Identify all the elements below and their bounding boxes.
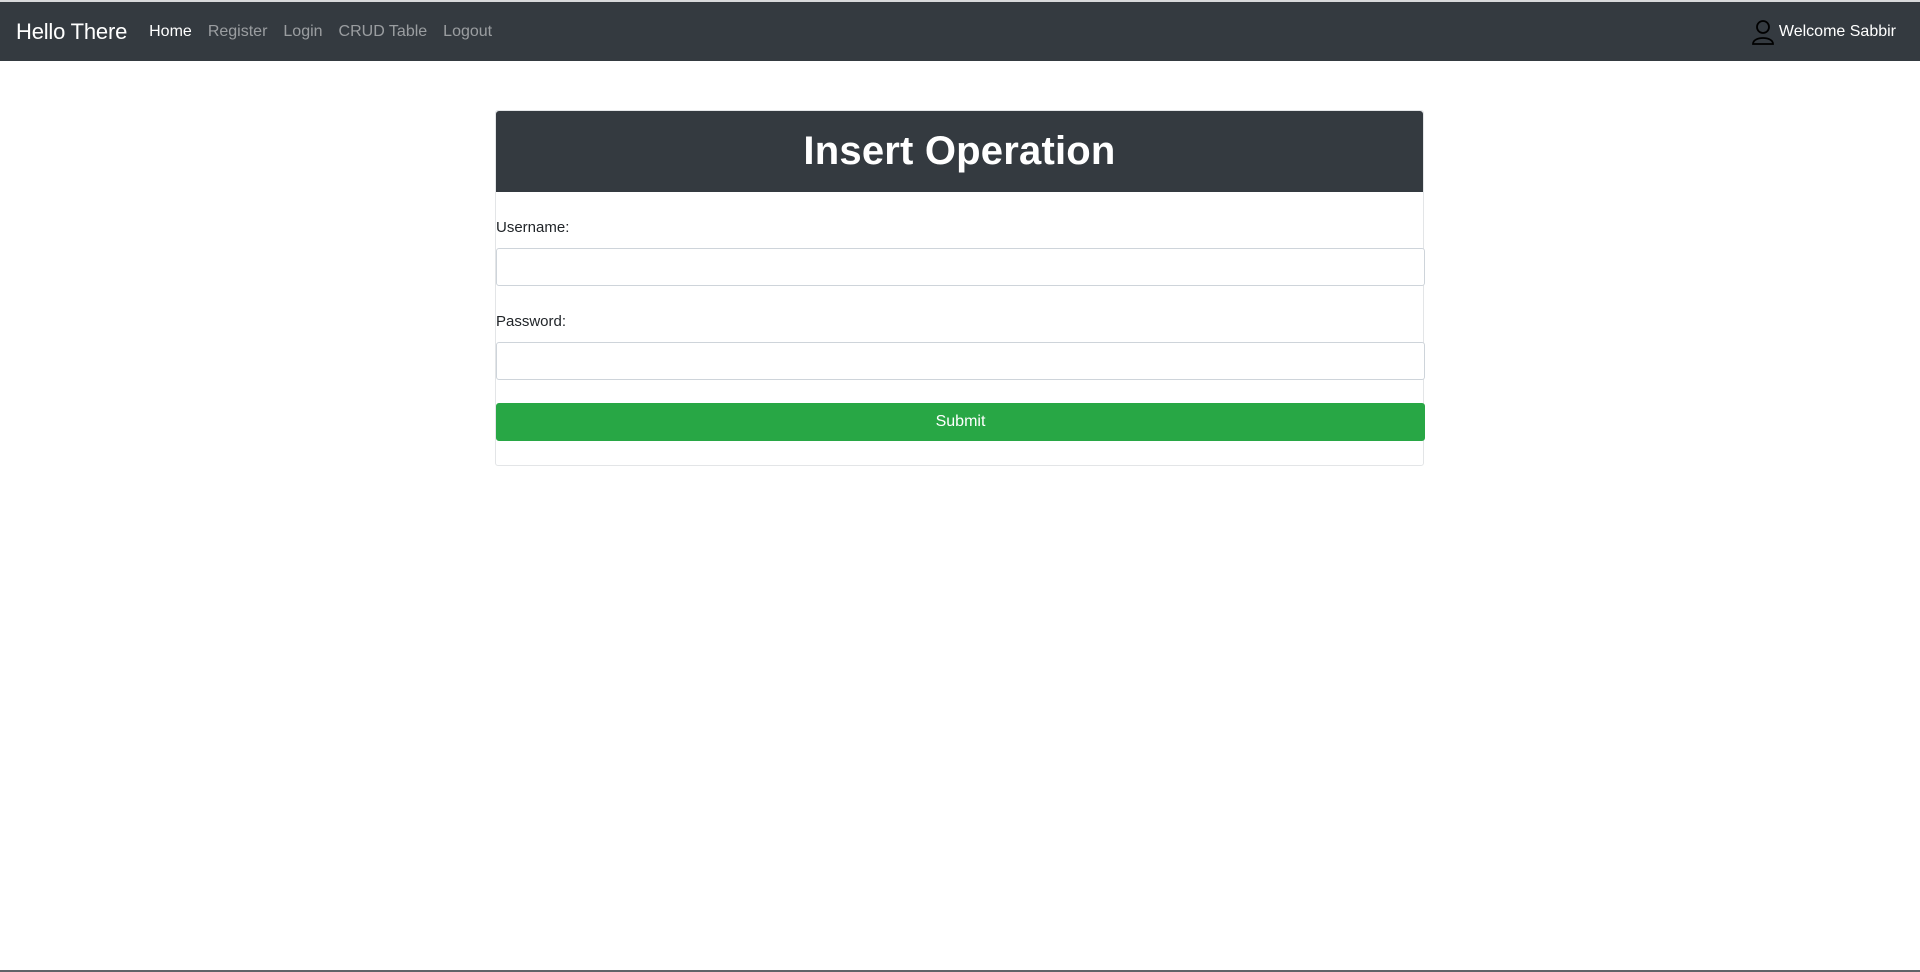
nav-link-register[interactable]: Register — [208, 23, 268, 41]
navbar: Hello There Home Register Login CRUD Tab… — [0, 2, 1920, 61]
password-label: Password: — [496, 313, 567, 330]
nav-link-login[interactable]: Login — [283, 23, 322, 41]
navbar-brand[interactable]: Hello There — [16, 19, 127, 45]
card-header: Insert Operation — [496, 111, 1423, 192]
password-input[interactable] — [496, 342, 1425, 380]
nav-link-logout[interactable]: Logout — [443, 23, 492, 41]
nav-link-home[interactable]: Home — [149, 23, 192, 41]
nav-links: Home Register Login CRUD Table Logout — [149, 23, 508, 41]
submit-button[interactable]: Submit — [496, 403, 1425, 441]
username-input[interactable] — [496, 248, 1425, 286]
insert-card: Insert Operation Username: Password: Sub… — [495, 110, 1425, 466]
welcome-text: Welcome Sabbir — [1778, 22, 1896, 40]
user-welcome: Welcome Sabbir — [1751, 18, 1904, 46]
nav-link-crud-table[interactable]: CRUD Table — [339, 23, 428, 41]
user-outline-icon — [1751, 18, 1775, 46]
card-title: Insert Operation — [803, 129, 1116, 173]
username-label: Username: — [496, 219, 570, 236]
